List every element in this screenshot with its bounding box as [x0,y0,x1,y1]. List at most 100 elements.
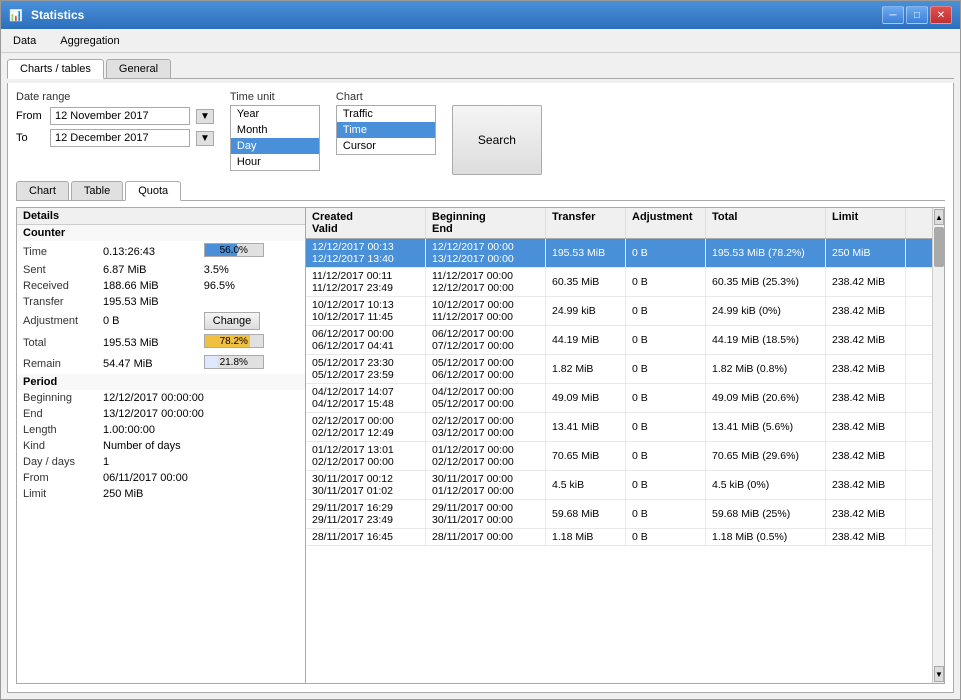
cell-adjustment: 0 B [626,326,706,354]
length-label: Length [17,422,97,438]
time-unit-hour[interactable]: Hour [231,154,319,170]
cell-transfer: 70.65 MiB [546,442,626,470]
chart-cursor[interactable]: Cursor [337,138,435,154]
transfer-value: 195.53 MiB [97,294,305,310]
cell-beginning: 11/12/2017 00:0012/12/2017 00:00 [426,268,546,296]
remain-label: Remain [17,353,97,374]
cell-created: 11/12/2017 00:1111/12/2017 23:49 [306,268,426,296]
received-label: Received [17,278,97,294]
search-button[interactable]: Search [452,105,542,175]
date-range-label: Date range [16,91,214,103]
menu-aggregation[interactable]: Aggregation [56,33,123,49]
tab-general[interactable]: General [106,59,171,78]
cell-transfer: 4.5 kiB [546,471,626,499]
change-button[interactable]: Change [204,312,261,330]
close-button[interactable]: ✕ [930,6,952,24]
minimize-button[interactable]: ─ [882,6,904,24]
table-row[interactable]: 12/12/2017 00:1312/12/2017 13:40 12/12/2… [306,239,932,268]
chart-traffic[interactable]: Traffic [337,106,435,122]
time-progress-text: 56.0% [205,244,263,256]
cell-total: 60.35 MiB (25.3%) [706,268,826,296]
table-row[interactable]: 01/12/2017 13:0102/12/2017 00:00 01/12/2… [306,442,932,471]
maximize-button[interactable]: □ [906,6,928,24]
cell-beginning: 30/11/2017 00:0001/12/2017 00:00 [426,471,546,499]
window-title: Statistics [31,8,84,22]
time-unit-listbox: Year Month Day Hour [230,105,320,171]
cell-total: 195.53 MiB (78.2%) [706,239,826,267]
beginning-value: 12/12/2017 00:00:00 [97,390,305,406]
cell-total: 13.41 MiB (5.6%) [706,413,826,441]
cell-transfer: 195.53 MiB [546,239,626,267]
cell-beginning: 01/12/2017 00:0002/12/2017 00:00 [426,442,546,470]
cell-created: 28/11/2017 16:45 [306,529,426,545]
received-percent: 96.5% [198,278,305,294]
col-beginning-end: BeginningEnd [426,208,546,238]
time-value: 0.13:26:43 [97,241,198,262]
col-transfer: Transfer [546,208,626,238]
cell-created: 05/12/2017 23:3005/12/2017 23:59 [306,355,426,383]
table-row[interactable]: 06/12/2017 00:0006/12/2017 04:41 06/12/2… [306,326,932,355]
tab-chart[interactable]: Chart [16,181,69,200]
tab-quota[interactable]: Quota [125,181,181,201]
total-progress-text: 78.2% [205,335,263,347]
adjustment-value: 0 B [97,310,198,332]
end-value: 13/12/2017 00:00:00 [97,406,305,422]
to-label: To [16,132,44,144]
cell-beginning: 05/12/2017 00:0006/12/2017 00:00 [426,355,546,383]
table-row[interactable]: 10/12/2017 10:1310/12/2017 11:45 10/12/2… [306,297,932,326]
table-row[interactable]: 29/11/2017 16:2929/11/2017 23:49 29/11/2… [306,500,932,529]
cell-limit: 238.42 MiB [826,442,906,470]
col-total: Total [706,208,826,238]
cell-created: 29/11/2017 16:2929/11/2017 23:49 [306,500,426,528]
details-header: Details [17,208,305,225]
tab-charts-tables[interactable]: Charts / tables [7,59,104,79]
tab-table[interactable]: Table [71,181,123,200]
table-row[interactable]: 04/12/2017 14:0704/12/2017 15:48 04/12/2… [306,384,932,413]
cell-created: 04/12/2017 14:0704/12/2017 15:48 [306,384,426,412]
time-progress-cell: 56.0% [198,241,305,262]
cell-limit: 238.42 MiB [826,413,906,441]
from-date-input[interactable] [50,107,190,125]
cell-beginning: 10/12/2017 00:0011/12/2017 00:00 [426,297,546,325]
time-unit-day[interactable]: Day [231,138,319,154]
time-unit-label: Time unit [230,91,320,103]
cell-transfer: 60.35 MiB [546,268,626,296]
cell-transfer: 1.82 MiB [546,355,626,383]
time-unit-month[interactable]: Month [231,122,319,138]
cell-adjustment: 0 B [626,442,706,470]
title-bar: 📊 Statistics ─ □ ✕ [1,1,960,29]
limit-label: Limit [17,486,97,502]
table-row[interactable]: 02/12/2017 00:0002/12/2017 12:49 02/12/2… [306,413,932,442]
table-row[interactable]: 28/11/2017 16:45 28/11/2017 00:00 1.18 M… [306,529,932,546]
col-adjustment: Adjustment [626,208,706,238]
table-row[interactable]: 11/12/2017 00:1111/12/2017 23:49 11/12/2… [306,268,932,297]
cell-adjustment: 0 B [626,268,706,296]
cell-limit: 238.42 MiB [826,471,906,499]
received-value: 188.66 MiB [97,278,198,294]
from-date-picker-button[interactable]: ▼ [196,109,214,124]
cell-total: 24.99 kiB (0%) [706,297,826,325]
remain-value: 54.47 MiB [97,353,198,374]
grid-header: CreatedValid BeginningEnd Transfer Adjus… [306,208,932,239]
cell-total: 70.65 MiB (29.6%) [706,442,826,470]
cell-created: 02/12/2017 00:0002/12/2017 12:49 [306,413,426,441]
app-icon: 📊 [9,7,25,23]
time-unit-year[interactable]: Year [231,106,319,122]
cell-total: 49.09 MiB (20.6%) [706,384,826,412]
to-date-input[interactable] [50,129,190,147]
sent-label: Sent [17,262,97,278]
from-period-label: From [17,470,97,486]
chart-listbox: Traffic Time Cursor [336,105,436,155]
cell-adjustment: 0 B [626,384,706,412]
cell-adjustment: 0 B [626,471,706,499]
chart-label: Chart [336,91,436,103]
total-label: Total [17,332,97,353]
table-row[interactable]: 05/12/2017 23:3005/12/2017 23:59 05/12/2… [306,355,932,384]
chart-time[interactable]: Time [337,122,435,138]
table-row[interactable]: 30/11/2017 00:1230/11/2017 01:02 30/11/2… [306,471,932,500]
to-date-picker-button[interactable]: ▼ [196,131,214,146]
menu-data[interactable]: Data [9,33,40,49]
beginning-label: Beginning [17,390,97,406]
cell-limit: 238.42 MiB [826,326,906,354]
scrollbar[interactable]: ▲ ▼ [932,208,944,683]
